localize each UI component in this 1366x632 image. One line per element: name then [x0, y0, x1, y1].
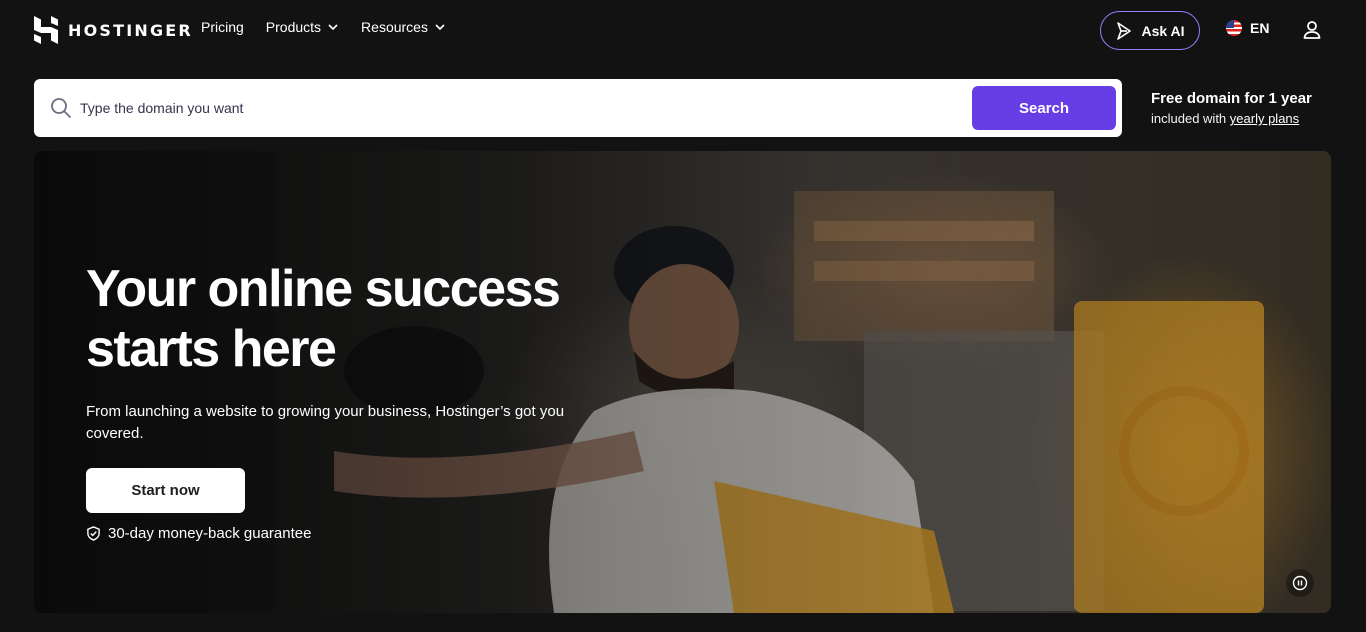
search-icon: [51, 98, 71, 118]
hostinger-logo-icon: [34, 16, 58, 44]
nav-item-pricing[interactable]: Pricing: [201, 19, 244, 35]
brand-logo[interactable]: HOSTINGER: [34, 16, 193, 44]
language-label: EN: [1250, 20, 1270, 36]
hero-subtitle: From launching a website to growing your…: [86, 403, 565, 442]
money-back-guarantee: 30-day money-back guarantee: [86, 525, 311, 542]
pause-icon: [1292, 575, 1308, 591]
search-button[interactable]: Search: [972, 86, 1116, 130]
hero-title-line: starts here: [86, 320, 337, 378]
nav-item-label: Products: [265, 19, 322, 35]
main-nav: Pricing Products Resources: [201, 19, 446, 35]
free-domain-promo: Free domain for 1 year included with yea…: [1151, 90, 1351, 126]
domain-search-input[interactable]: [80, 89, 970, 127]
top-navigation-bar: HOSTINGER Pricing Products Resources Ask…: [0, 0, 1366, 62]
promo-subtitle-prefix: included with: [1151, 111, 1230, 126]
start-now-button[interactable]: Start now: [86, 468, 245, 513]
domain-search-bar: Search: [34, 79, 1122, 137]
video-pause-button[interactable]: [1286, 569, 1314, 597]
nav-item-label: Resources: [361, 19, 428, 35]
chevron-down-icon: [435, 24, 445, 31]
hero-overlay: [34, 151, 1331, 613]
sparkle-icon: [1117, 21, 1132, 40]
chevron-down-icon: [328, 24, 338, 31]
promo-title: Free domain for 1 year: [1151, 90, 1312, 107]
nav-item-label: Pricing: [201, 19, 244, 35]
hero-title-line: Your online success: [86, 260, 561, 318]
hero-banner: Your online success starts here From lau…: [34, 151, 1331, 613]
account-button[interactable]: [1302, 20, 1322, 40]
shield-check-icon: [87, 526, 100, 541]
nav-item-products[interactable]: Products: [266, 19, 339, 35]
user-icon: [1303, 21, 1321, 39]
language-selector[interactable]: EN: [1226, 20, 1269, 36]
ask-ai-label: Ask AI: [1141, 22, 1185, 39]
hero-title: Your online success starts here: [86, 259, 606, 379]
yearly-plans-link[interactable]: yearly plans: [1230, 111, 1299, 126]
brand-name: HOSTINGER: [68, 20, 193, 40]
nav-item-resources[interactable]: Resources: [361, 19, 446, 35]
us-flag-icon: [1226, 20, 1242, 36]
guarantee-text: 30-day money-back guarantee: [108, 525, 312, 542]
promo-subtitle: included with yearly plans: [1151, 111, 1351, 126]
ask-ai-button[interactable]: Ask AI: [1100, 11, 1200, 50]
